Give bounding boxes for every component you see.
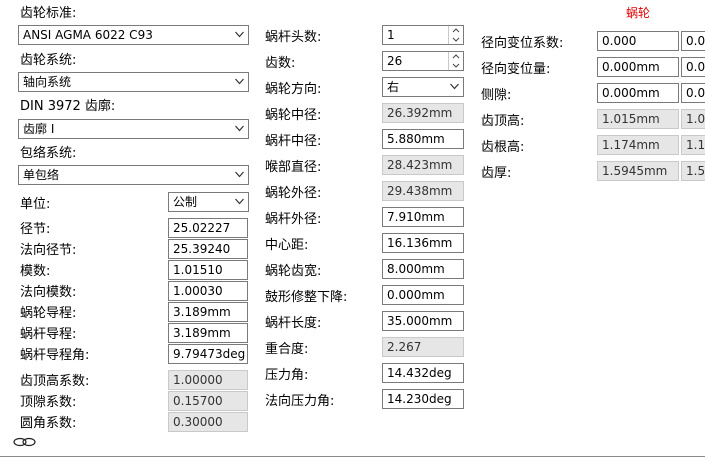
teeth-value: 26 [387, 54, 403, 68]
normal-pressure-angle-field[interactable]: 14.230deg [382, 389, 464, 409]
gear-system-value: 轴向系统 [23, 75, 72, 89]
radial-shift-coeff-wheel-field[interactable]: 0.000 [597, 31, 679, 51]
envelope-label: 包络系统: [20, 146, 77, 161]
worm-length-field[interactable]: 35.000mm [382, 311, 464, 331]
face-width-label: 蜗轮齿宽: [265, 264, 322, 279]
wheel-outer-dia-field: 29.438mm [382, 181, 464, 201]
crown-drop-label: 鼓形修整下降: [265, 290, 348, 305]
worm-lead-field[interactable]: 3.189mm [168, 323, 248, 343]
gear-standard-value: ANSI AGMA 6022 C93 [23, 28, 153, 42]
worm-lead-label: 蜗杆导程: [20, 327, 77, 342]
hand-label: 蜗轮方向: [265, 82, 322, 97]
contact-ratio-label: 重合度: [265, 342, 309, 357]
tooth-thickness-wheel-field: 1.5945mm [597, 161, 679, 181]
module-label: 模数: [20, 264, 51, 279]
dedendum-label: 齿根高: [481, 140, 525, 155]
worm-starts-spinner[interactable]: 1 [382, 25, 464, 45]
radial-shift-coeff-worm-field[interactable]: 0.00 [681, 31, 705, 51]
center-distance-label: 中心距: [265, 238, 309, 253]
wheel-pitch-dia-label: 蜗轮中径: [265, 108, 322, 123]
teeth-spinner[interactable]: 26 [382, 51, 464, 71]
throat-dia-label: 喉部直径: [265, 160, 322, 175]
wheel-lead-field[interactable]: 3.189mm [168, 302, 248, 322]
wheel-lead-label: 蜗轮导程: [20, 306, 77, 321]
backlash-wheel-field[interactable]: 0.000mm [597, 83, 679, 103]
worm-outer-dia-field[interactable]: 7.910mm [382, 207, 464, 227]
addendum-coeff-field: 1.00000 [168, 370, 248, 390]
diametral-pitch-field[interactable]: 25.02227 [168, 218, 248, 238]
pressure-angle-field[interactable]: 14.432deg [382, 363, 464, 383]
face-width-field[interactable]: 8.000mm [382, 259, 464, 279]
worm-lead-angle-field[interactable]: 9.79473deg [168, 344, 248, 364]
throat-dia-field: 28.423mm [382, 155, 464, 175]
chevron-down-icon [235, 31, 244, 38]
contact-ratio-field: 2.267 [382, 337, 464, 357]
crown-drop-field[interactable]: 0.000mm [382, 285, 464, 305]
dedendum-wheel-field: 1.174mm [597, 135, 679, 155]
profile-select[interactable]: 齿廓 I [18, 119, 249, 139]
addendum-worm-field: 1.0 [681, 109, 705, 129]
worm-pitch-dia-field[interactable]: 5.880mm [382, 129, 464, 149]
radial-shift-coeff-label: 径向变位系数: [481, 36, 564, 51]
spin-up-icon[interactable] [449, 26, 463, 35]
wheel-column-header: 蜗轮 [626, 6, 651, 20]
bottom-divider [0, 456, 705, 457]
worm-lead-angle-label: 蜗杆导程角: [20, 348, 90, 363]
radial-shift-worm-field[interactable]: 0.00 [681, 57, 705, 77]
profile-label: DIN 3972 齿廓: [20, 99, 116, 114]
module-field[interactable]: 1.01510 [168, 260, 248, 280]
spin-down-icon[interactable] [449, 61, 463, 70]
spin-down-icon[interactable] [449, 35, 463, 44]
pressure-angle-label: 压力角: [265, 368, 309, 383]
dedendum-worm-field: 1.1 [681, 135, 705, 155]
normal-diametral-pitch-label: 法向径节: [20, 243, 77, 258]
worm-pitch-dia-label: 蜗杆中径: [265, 134, 322, 149]
backlash-worm-field[interactable]: 0.00 [681, 83, 705, 103]
radial-shift-label: 径向变位量: [481, 62, 551, 77]
wheel-pitch-dia-field: 26.392mm [382, 103, 464, 123]
hand-select[interactable]: 右 [382, 77, 464, 97]
hand-value: 右 [387, 80, 400, 94]
diametral-pitch-label: 径节: [20, 222, 51, 237]
center-distance-field[interactable]: 16.136mm [382, 233, 464, 253]
chevron-down-icon [235, 78, 244, 85]
worm-length-label: 蜗杆长度: [265, 316, 322, 331]
unit-select[interactable]: 公制 [168, 192, 249, 212]
chevron-down-icon [450, 83, 459, 90]
envelope-value: 单包络 [23, 168, 60, 182]
envelope-select[interactable]: 单包络 [18, 165, 249, 185]
normal-diametral-pitch-field[interactable]: 25.39240 [168, 239, 248, 259]
clearance-coeff-label: 顶隙系数: [20, 395, 77, 410]
worm-starts-value: 1 [387, 28, 395, 42]
teeth-label: 齿数: [265, 56, 296, 71]
chain-link-icon[interactable] [12, 436, 38, 448]
worm-outer-dia-label: 蜗杆外径: [265, 212, 322, 227]
chevron-down-icon [235, 171, 244, 178]
gear-standard-select[interactable]: ANSI AGMA 6022 C93 [18, 25, 249, 45]
normal-pressure-angle-label: 法向压力角: [265, 394, 335, 409]
fillet-coeff-label: 圆角系数: [20, 416, 77, 431]
chevron-down-icon [235, 198, 244, 205]
addendum-wheel-field: 1.015mm [597, 109, 679, 129]
clearance-coeff-field: 0.15700 [168, 391, 248, 411]
wheel-outer-dia-label: 蜗轮外径: [265, 186, 322, 201]
unit-value: 公制 [173, 195, 198, 209]
backlash-label: 侧隙: [481, 88, 512, 103]
fillet-coeff-field: 0.30000 [168, 412, 248, 432]
gear-standard-label: 齿轮标准: [20, 6, 77, 21]
profile-value: 齿廓 I [23, 122, 55, 136]
chevron-down-icon [235, 125, 244, 132]
gear-system-select[interactable]: 轴向系统 [18, 72, 249, 92]
radial-shift-wheel-field[interactable]: 0.000mm [597, 57, 679, 77]
normal-module-field[interactable]: 1.00030 [168, 281, 248, 301]
addendum-label: 齿顶高: [481, 114, 525, 129]
normal-module-label: 法向模数: [20, 285, 77, 300]
addendum-coeff-label: 齿顶高系数: [20, 374, 90, 389]
tooth-thickness-label: 齿厚: [481, 166, 512, 181]
worm-starts-label: 蜗杆头数: [265, 30, 322, 45]
gear-system-label: 齿轮系统: [20, 53, 77, 68]
tooth-thickness-worm-field: 1.5 [681, 161, 705, 181]
spin-up-icon[interactable] [449, 52, 463, 61]
unit-label: 单位: [20, 197, 51, 212]
